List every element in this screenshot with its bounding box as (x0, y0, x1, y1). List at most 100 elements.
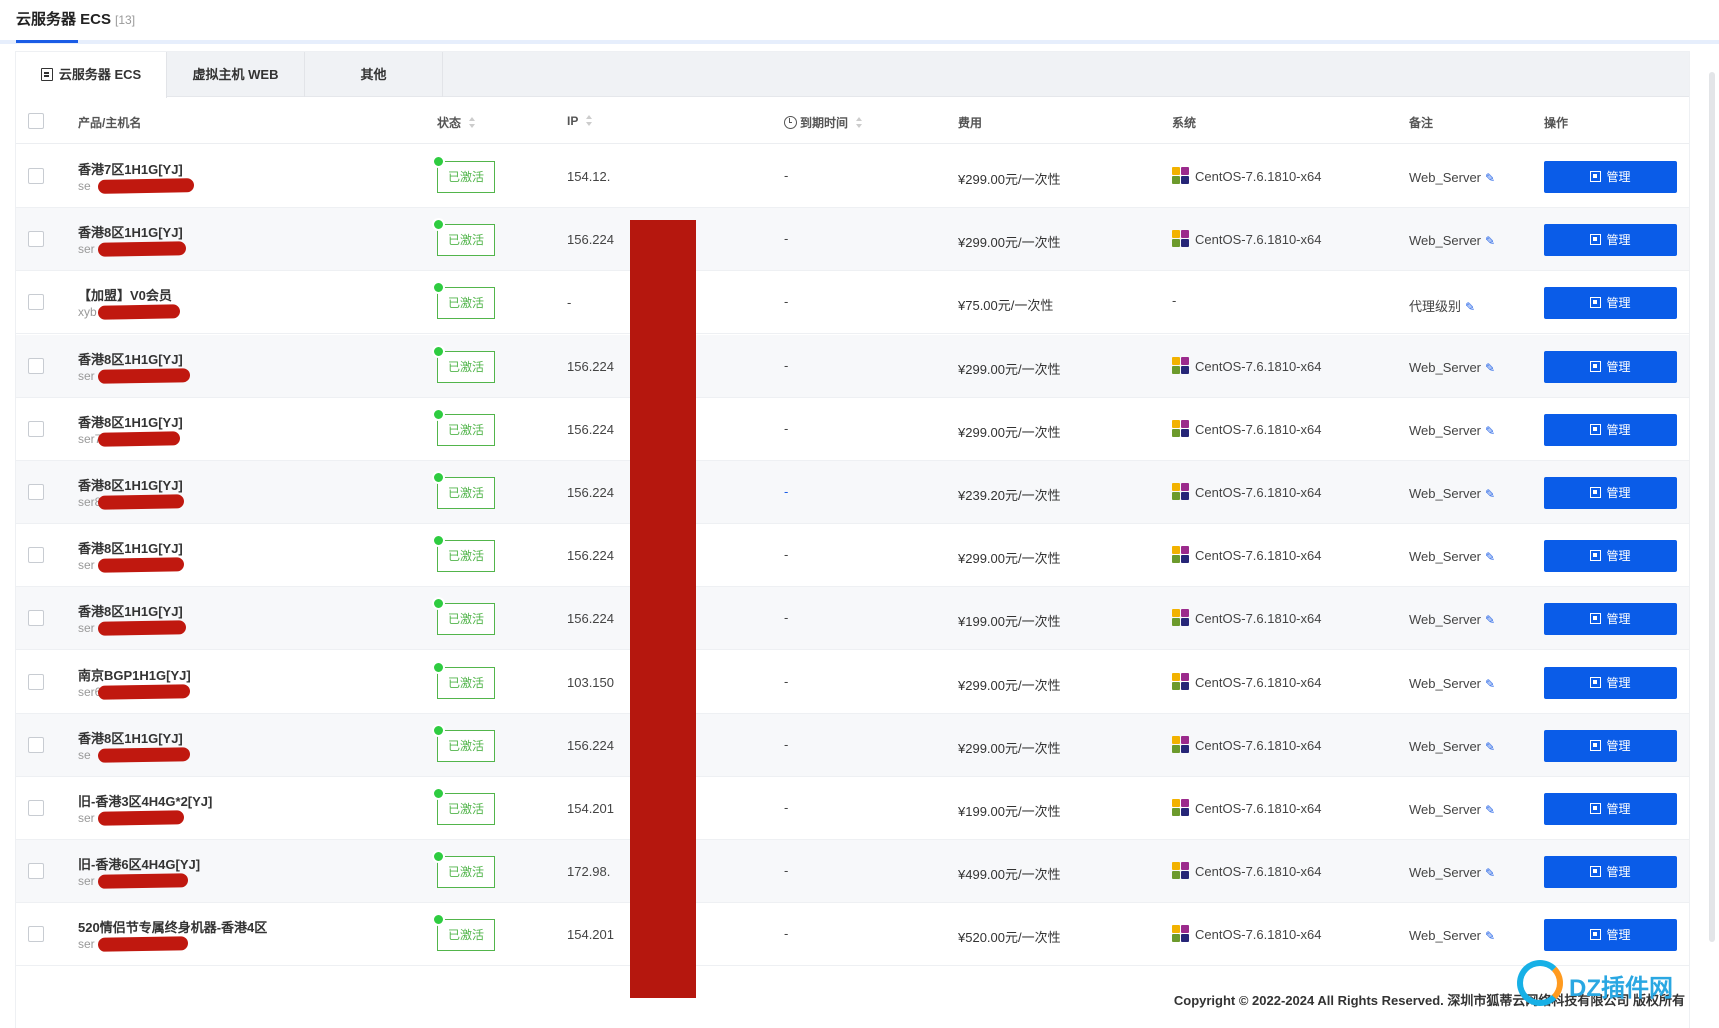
edit-icon[interactable]: ✎ (1485, 424, 1495, 438)
expire-time: - (784, 926, 789, 942)
edit-icon[interactable]: ✎ (1485, 740, 1495, 754)
table-row: 香港7区1H1G[YJ] se 已激活 154.12. - ¥299.00元/一次性 Cen… (16, 145, 1689, 208)
manage-button[interactable]: 管理 (1544, 224, 1677, 257)
row-checkbox[interactable] (28, 926, 44, 943)
page-title-count: [13] (115, 13, 136, 27)
row-checkbox[interactable] (28, 547, 44, 564)
row-checkbox[interactable] (28, 863, 44, 880)
redaction-scribble (97, 683, 191, 700)
manage-button[interactable]: 管理 (1544, 919, 1677, 952)
centos-icon (1172, 672, 1190, 691)
row-checkbox[interactable] (28, 168, 44, 184)
row-checkbox[interactable] (28, 673, 44, 690)
edit-icon[interactable]: ✎ (1485, 803, 1495, 817)
host-name: se (78, 179, 91, 193)
row-checkbox[interactable] (28, 484, 44, 500)
row-checkbox[interactable] (28, 357, 44, 374)
manage-button[interactable]: 管理 (1544, 477, 1677, 509)
row-checkbox[interactable] (28, 294, 44, 311)
host-name: ser (78, 368, 95, 383)
ip-address: 156.224 (567, 358, 614, 374)
edit-icon[interactable]: ✎ (1485, 234, 1495, 248)
edit-icon[interactable]: ✎ (1485, 361, 1495, 375)
ip-address: 156.224 (567, 421, 614, 437)
header-expire[interactable]: 到期时间 (784, 114, 863, 131)
manage-icon (1590, 929, 1602, 941)
page-header: 云服务器 ECS [13] (0, 0, 1719, 44)
tab-ecs[interactable]: 云服务器 ECS (16, 52, 167, 98)
ip-address: 154.12. (567, 169, 611, 184)
manage-button[interactable]: 管理 (1544, 287, 1677, 320)
sort-icon[interactable] (856, 117, 863, 129)
redaction-scribble (97, 241, 187, 257)
os-cell: CentOS-7.6.1810-x64 (1172, 167, 1321, 185)
fee: ¥520.00元/一次性 (958, 930, 1061, 946)
remark-cell: Web_Server ✎ (1409, 486, 1495, 501)
row-checkbox[interactable] (28, 800, 44, 816)
ip-address: 156.224 (567, 485, 614, 500)
table-row: 南京BGP1H1G[YJ] ser6 已激活 103.150- ¥299.00元/一次性… (16, 651, 1689, 714)
header-status[interactable]: 状态 (437, 114, 476, 131)
manage-button[interactable]: 管理 (1544, 856, 1677, 889)
status-cell: 已激活 (432, 155, 495, 193)
tab-other[interactable]: 其他 (305, 52, 443, 97)
expire-time: - (784, 420, 789, 436)
status-dot-icon (432, 723, 445, 737)
host-name: ser (78, 937, 95, 952)
redaction-scribble (97, 367, 191, 384)
edit-icon[interactable]: ✎ (1485, 550, 1495, 564)
os-cell: CentOS-7.6.1810-x64 (1172, 230, 1321, 248)
edit-icon[interactable]: ✎ (1485, 677, 1495, 691)
select-all-checkbox[interactable] (28, 113, 44, 129)
row-checkbox[interactable] (28, 231, 44, 248)
ip-address: 172.98. (567, 864, 611, 880)
os-cell: CentOS-7.6.1810-x64 (1172, 609, 1321, 627)
fee: ¥199.00元/一次性 (958, 614, 1061, 630)
manage-button[interactable]: 管理 (1544, 350, 1677, 383)
row-checkbox[interactable] (28, 610, 44, 627)
status-dot-icon (432, 471, 445, 484)
tab-web-hosting[interactable]: 虚拟主机 WEB (167, 52, 305, 97)
os-cell: CentOS-7.6.1810-x64 (1172, 925, 1321, 943)
manage-button[interactable]: 管理 (1544, 729, 1677, 762)
manage-button[interactable]: 管理 (1544, 666, 1677, 699)
table-row: 香港8区1H1G[YJ] ser 已激活 156.224 - ¥299.00元/一次性 Ce… (16, 524, 1689, 588)
os-cell: CentOS-7.6.1810-x64 (1172, 356, 1321, 375)
edit-icon[interactable]: ✎ (1465, 300, 1475, 314)
manage-button[interactable]: 管理 (1544, 540, 1677, 573)
edit-icon[interactable]: ✎ (1485, 487, 1495, 501)
sort-icon[interactable] (469, 117, 476, 129)
manage-button-label: 管理 (1606, 359, 1631, 374)
edit-icon[interactable]: ✎ (1485, 171, 1495, 185)
sort-icon[interactable] (586, 115, 593, 127)
edit-icon[interactable]: ✎ (1485, 613, 1495, 627)
row-checkbox[interactable] (28, 736, 44, 753)
redaction-scribble (97, 810, 185, 826)
status-dot-icon (432, 660, 445, 674)
table-row: 香港8区1H1G[YJ] ser 已激活 156.224 - ¥199.00元/一次性 Ce… (16, 587, 1689, 651)
table-header: 产品/主机名 状态 IP 到期时间 费用 系统 备注 操作 (16, 98, 1689, 144)
redaction-scribble (97, 936, 189, 953)
redaction-scribble (97, 620, 187, 637)
remark-cell: Web_Server ✎ (1409, 549, 1495, 564)
manage-button[interactable]: 管理 (1544, 161, 1677, 193)
edit-icon[interactable]: ✎ (1485, 866, 1495, 880)
fee: ¥299.00元/一次性 (958, 740, 1061, 756)
manage-button[interactable]: 管理 (1544, 413, 1677, 446)
edit-icon[interactable]: ✎ (1485, 929, 1495, 943)
manage-button-label: 管理 (1606, 422, 1631, 437)
expire-time: - (784, 357, 789, 373)
table-row: 香港8区1H1G[YJ] ser8 已激活 156.224- ¥239.20元/一次性 C… (16, 461, 1689, 524)
centos-icon (1172, 167, 1190, 185)
os-cell: CentOS-7.6.1810-x64 (1172, 483, 1321, 501)
remark-text: Web_Server (1409, 675, 1482, 691)
remark-text: 代理级别 (1409, 299, 1462, 315)
manage-button[interactable]: 管理 (1544, 603, 1677, 636)
table-row: 520情侣节专属终身机器-香港4区 ser 已激活 154.201 - ¥520.00元/… (16, 903, 1689, 967)
row-checkbox[interactable] (28, 420, 44, 437)
header-ip[interactable]: IP (567, 114, 593, 128)
scrollbar[interactable] (1709, 72, 1715, 942)
manage-button[interactable]: 管理 (1544, 793, 1677, 825)
status-badge: 已激活 (437, 919, 495, 952)
tab-web-hosting-label: 虚拟主机 WEB (192, 67, 279, 82)
